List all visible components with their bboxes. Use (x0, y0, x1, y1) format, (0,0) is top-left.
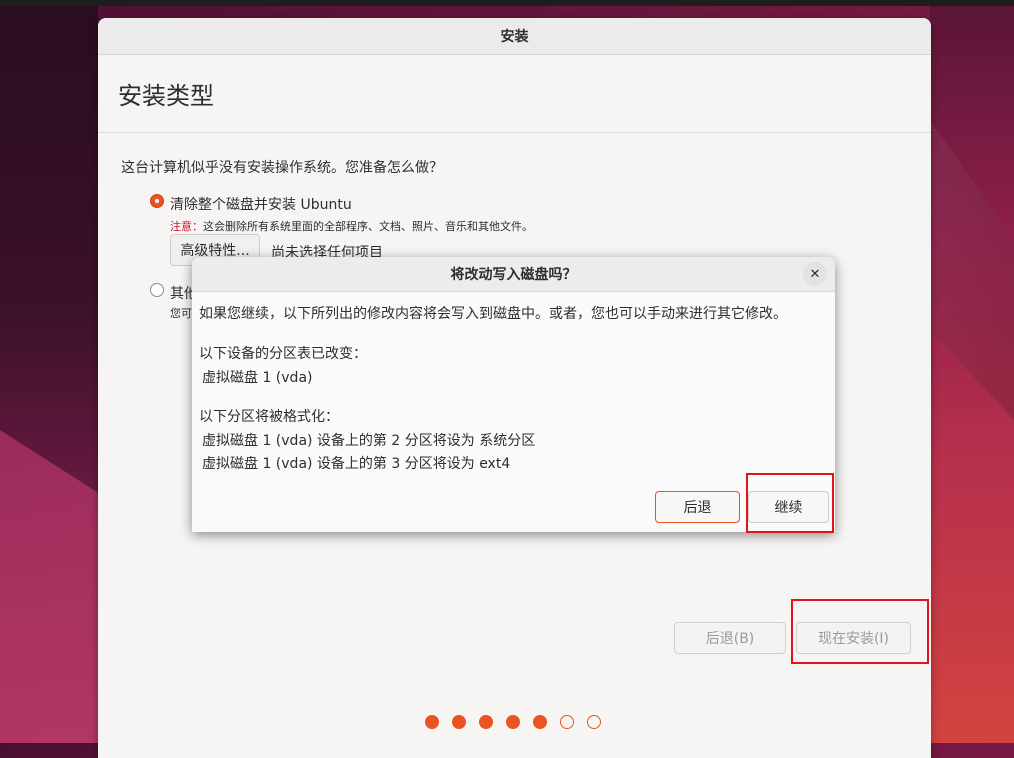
window-titlebar[interactable]: 安装 (98, 18, 931, 55)
erase-disk-radio[interactable] (150, 194, 164, 208)
top-panel (0, 0, 1014, 6)
dialog-intro: 如果您继续，以下所列出的修改内容将会写入到磁盘中。或者，您也可以手动来进行其它修… (199, 306, 787, 322)
progress-dot-2 (452, 715, 466, 729)
install-question: 这台计算机似乎没有安装操作系统。您准备怎么做？ (121, 160, 443, 176)
dialog-title: 将改动写入磁盘吗？ (450, 267, 577, 283)
progress-dot-3 (479, 715, 493, 729)
page-title: 安装类型 (118, 82, 214, 110)
dialog-back-button[interactable]: 后退 (655, 491, 740, 523)
progress-dot-6 (560, 715, 574, 729)
format-item: 虚拟磁盘 1 (vda) 设备上的第 3 分区将设为 ext4 (202, 456, 511, 472)
partition-tables-heading: 以下设备的分区表已改变： (199, 346, 367, 362)
format-heading: 以下分区将被格式化： (199, 409, 339, 425)
page-header: 安装类型 (98, 55, 931, 133)
something-else-radio[interactable] (150, 283, 164, 297)
progress-dot-1 (425, 715, 439, 729)
back-button[interactable]: 后退(B) (674, 622, 786, 654)
progress-dot-4 (506, 715, 520, 729)
dialog-titlebar[interactable]: 将改动写入磁盘吗？ ✕ (192, 257, 835, 292)
window-title: 安装 (500, 29, 529, 45)
progress-dot-7 (587, 715, 601, 729)
progress-dot-5 (533, 715, 547, 729)
warning-key: 注意： (170, 220, 203, 233)
something-else-note: 您可 (170, 307, 192, 320)
progress-dots (425, 715, 601, 729)
erase-warning: 注意：这会删除所有系统里面的全部程序、文档、照片、音乐和其他文件。 (170, 218, 533, 234)
close-icon[interactable]: ✕ (803, 262, 827, 286)
format-item: 虚拟磁盘 1 (vda) 设备上的第 2 分区将设为 系统分区 (202, 433, 536, 449)
partition-table-item: 虚拟磁盘 1 (vda) (202, 370, 313, 386)
write-changes-dialog: 将改动写入磁盘吗？ ✕ 如果您继续，以下所列出的修改内容将会写入到磁盘中。或者，… (192, 257, 835, 532)
continue-highlight-box (746, 473, 834, 533)
install-highlight-box (791, 599, 929, 664)
warning-text: 这会删除所有系统里面的全部程序、文档、照片、音乐和其他文件。 (203, 220, 533, 233)
erase-disk-label[interactable]: 清除整个磁盘并安装 Ubuntu (170, 194, 352, 214)
